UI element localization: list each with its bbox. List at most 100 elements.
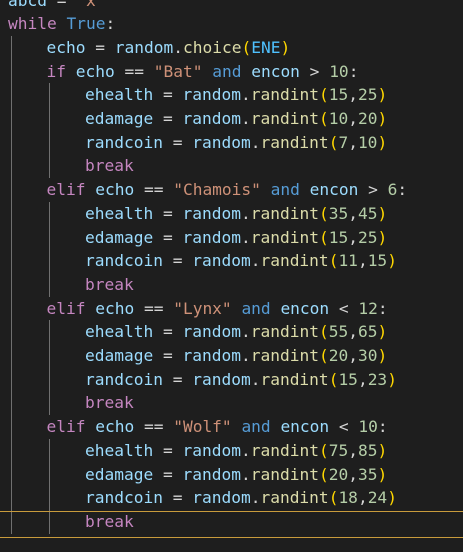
code-token: break: [85, 274, 134, 294]
indent-guide: [49, 201, 50, 297]
code-line[interactable]: randcoin = random.randint(7,10): [0, 131, 463, 155]
code-token: (: [318, 322, 329, 342]
code-token: =: [162, 132, 193, 152]
code-line[interactable]: break: [0, 154, 463, 178]
code-token: (: [241, 37, 252, 57]
code-line[interactable]: edamage = random.randint(20,30): [0, 344, 463, 368]
code-token: 15: [367, 251, 388, 271]
code-line[interactable]: elif echo == "Wolf" and encon < 10:: [0, 415, 463, 439]
code-token: .: [240, 85, 251, 105]
code-token: =: [153, 109, 183, 128]
code-editor[interactable]: abcd = "x" while True: echo = random.choic…: [0, 0, 463, 552]
code-token: 35: [328, 203, 349, 223]
code-line[interactable]: while True:: [0, 12, 463, 36]
code-token: echo: [75, 61, 115, 81]
code-token: ==: [134, 180, 174, 200]
code-token: 24: [367, 488, 388, 508]
code-token: randint: [250, 346, 319, 365]
code-line[interactable]: ehealth = random.randint(75,85): [0, 439, 463, 463]
code-token: :: [105, 14, 116, 34]
code-token: break: [85, 156, 134, 176]
code-token: :: [377, 298, 388, 318]
code-token: (: [318, 85, 329, 105]
code-token: random: [192, 251, 251, 271]
code-token: randint: [250, 109, 319, 128]
code-token: and: [241, 417, 271, 437]
code-line[interactable]: ehealth = random.randint(15,25): [0, 83, 463, 107]
code-token: .: [250, 488, 261, 508]
code-token: =: [162, 251, 193, 271]
code-token: .: [240, 440, 251, 460]
code-token: "Wolf": [173, 417, 232, 437]
code-token: echo: [95, 417, 135, 437]
code-line[interactable]: abcd = "x": [0, 0, 463, 12]
code-token: randint: [260, 488, 329, 508]
code-line[interactable]: echo = random.choice(ENE): [0, 36, 463, 60]
code-token: =: [153, 227, 183, 247]
code-token: randcoin: [85, 488, 163, 508]
code-token: edamage: [85, 464, 154, 484]
code-token: .: [173, 37, 183, 57]
code-token: ENE: [251, 37, 281, 57]
code-token: 10: [328, 109, 349, 128]
code-line[interactable]: ehealth = random.randint(55,65): [0, 320, 463, 344]
code-line[interactable]: if echo == "Bat" and encon > 10:: [0, 60, 463, 84]
code-token: (: [318, 464, 329, 484]
code-token: 65: [357, 322, 378, 342]
code-line[interactable]: edamage = random.randint(20,35): [0, 463, 463, 487]
code-token: and: [270, 180, 300, 200]
code-token: ,: [348, 203, 358, 223]
code-token: encon: [280, 298, 330, 318]
code-token: .: [240, 203, 251, 223]
code-token: 15: [328, 85, 349, 105]
code-token: (: [318, 109, 329, 128]
code-token: 75: [328, 440, 349, 460]
code-token: echo: [46, 37, 86, 57]
code-token: randcoin: [85, 251, 163, 271]
code-token: 25: [357, 227, 378, 247]
code-token: random: [192, 488, 251, 508]
code-line[interactable]: edamage = random.randint(10,20): [0, 107, 463, 131]
code-token: (: [318, 203, 329, 223]
code-line[interactable]: randcoin = random.randint(11,15): [0, 249, 463, 273]
code-line[interactable]: elif echo == "Chamois" and encon > 6:: [0, 178, 463, 202]
code-token: 12: [358, 298, 378, 318]
code-token: "Bat": [153, 61, 203, 81]
code-token: elif: [46, 298, 86, 318]
code-token: ): [377, 132, 388, 152]
code-token: elif: [46, 180, 86, 200]
code-token: ,: [348, 227, 358, 247]
code-line[interactable]: break: [0, 391, 463, 415]
code-token: ,: [357, 369, 368, 389]
code-token: 7: [338, 132, 349, 152]
code-token: randint: [260, 369, 329, 389]
code-line[interactable]: edamage = random.randint(15,25): [0, 226, 463, 250]
code-token: "Chamois": [173, 180, 261, 200]
code-token: random: [114, 37, 174, 57]
code-token: (: [318, 440, 329, 460]
code-line[interactable]: randcoin = random.randint(18,24): [0, 486, 463, 510]
code-token: edamage: [85, 227, 154, 247]
code-token: ): [387, 488, 397, 508]
code-line[interactable]: break: [0, 273, 463, 297]
code-token: 20: [328, 464, 349, 484]
code-token: ==: [134, 417, 174, 437]
code-token: and: [212, 61, 242, 81]
current-line-highlight: [0, 537, 463, 538]
code-token: ehealth: [85, 440, 154, 460]
code-token: 23: [367, 369, 388, 389]
code-line[interactable]: randcoin = random.randint(15,23): [0, 368, 463, 392]
code-line[interactable]: elif echo == "Lynx" and encon < 12:: [0, 297, 463, 321]
code-line[interactable]: break: [0, 510, 463, 534]
code-token: echo: [95, 298, 135, 318]
code-line[interactable]: ehealth = random.randint(35,45): [0, 202, 463, 226]
code-token: ,: [348, 132, 358, 152]
code-token: ): [280, 37, 291, 57]
code-token: random: [182, 203, 241, 223]
